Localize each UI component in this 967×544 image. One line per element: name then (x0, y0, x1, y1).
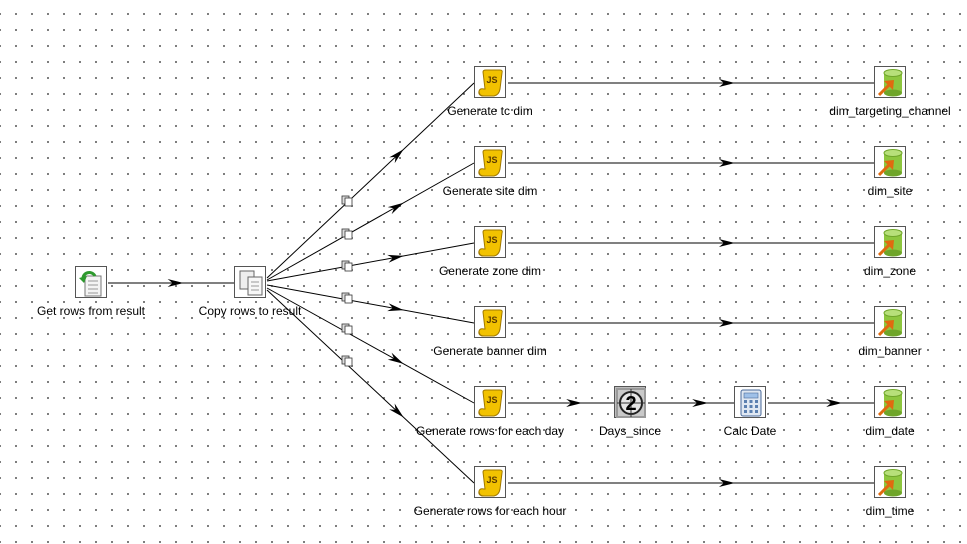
svg-text:JS: JS (486, 315, 497, 325)
step-label: Generate tc dim (447, 104, 533, 118)
table-output-icon (874, 466, 906, 498)
step-generate-rows-each-day[interactable]: JS (474, 386, 508, 420)
step-generate-rows-each-hour[interactable]: JS (474, 466, 508, 500)
hop-connector[interactable] (266, 289, 475, 484)
table-output-icon (874, 146, 906, 178)
copy-hop-icon (341, 322, 353, 335)
step-label: Calc Date (723, 424, 777, 438)
svg-text:JS: JS (486, 235, 497, 245)
step-generate-banner-dim[interactable]: JS (474, 306, 508, 340)
table-output-icon (874, 66, 906, 98)
step-generate-zone-dim[interactable]: JS (474, 226, 508, 260)
step-label: dim_time (865, 504, 915, 518)
table-output-icon (874, 306, 906, 338)
copy-hop-icon (341, 194, 353, 207)
step-dim-site[interactable] (874, 146, 908, 180)
step-label: Days_since (598, 424, 662, 438)
step-label: dim_zone (863, 264, 917, 278)
svg-text:JS: JS (486, 75, 497, 85)
copy-hop-icon (341, 291, 353, 304)
step-label: Copy rows to result (198, 304, 302, 318)
step-label: Generate rows for each day (415, 424, 565, 438)
sequence-icon: 2 (614, 386, 646, 418)
step-label: dim_banner (858, 344, 922, 358)
step-dim-banner[interactable] (874, 306, 908, 340)
step-dim-zone[interactable] (874, 226, 908, 260)
copy-rows-icon (234, 266, 266, 298)
step-generate-site-dim[interactable]: JS (474, 146, 508, 180)
step-label: dim_targeting_channel (829, 104, 951, 118)
step-calc-date[interactable] (734, 386, 768, 420)
step-label: Generate site dim (442, 184, 538, 198)
javascript-icon: JS (474, 466, 506, 498)
step-get-rows-from-result[interactable] (75, 266, 109, 300)
step-dim-date[interactable] (874, 386, 908, 420)
javascript-icon: JS (474, 146, 506, 178)
step-label: dim_date (865, 424, 915, 438)
javascript-icon: JS (474, 386, 506, 418)
javascript-icon: JS (474, 226, 506, 258)
step-dim-time[interactable] (874, 466, 908, 500)
svg-text:JS: JS (486, 475, 497, 485)
step-label: Generate banner dim (433, 344, 547, 358)
step-copy-rows-to-result[interactable] (234, 266, 268, 300)
table-output-icon (874, 226, 906, 258)
step-label: Generate zone dim (438, 264, 542, 278)
step-dim-targeting-channel[interactable] (874, 66, 908, 100)
table-output-icon (874, 386, 906, 418)
javascript-icon: JS (474, 306, 506, 338)
hop-arrow (387, 352, 404, 364)
step-label: Get rows from result (36, 304, 146, 318)
sequence-digit: 2 (625, 393, 636, 415)
svg-text:JS: JS (486, 155, 497, 165)
step-label: dim_site (867, 184, 913, 198)
step-label: Generate rows for each hour (413, 504, 567, 518)
copy-hop-icon (341, 259, 353, 272)
copy-hop-icon (341, 227, 353, 240)
copy-hop-icon (341, 354, 353, 367)
calculator-icon (734, 386, 766, 418)
step-days-since[interactable]: 2 (614, 386, 648, 420)
hop-arrow (387, 202, 404, 215)
get-rows-icon (75, 266, 107, 298)
svg-text:JS: JS (486, 395, 497, 405)
javascript-icon: JS (474, 66, 506, 98)
step-generate-tc-dim[interactable]: JS (474, 66, 508, 100)
